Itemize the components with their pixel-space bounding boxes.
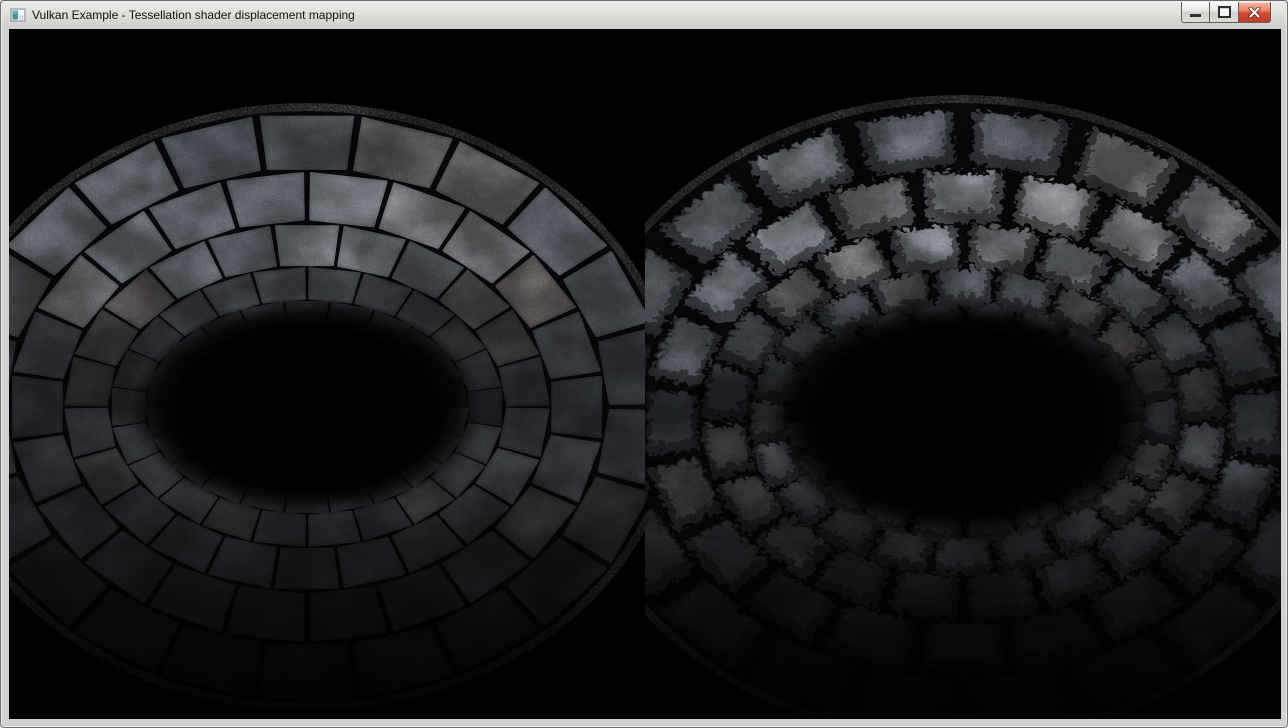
viewport-displacement: [645, 29, 1281, 719]
minimize-button[interactable]: [1181, 2, 1210, 23]
close-button[interactable]: [1238, 2, 1271, 23]
torus-flat: [9, 29, 645, 719]
render-area: [9, 29, 1281, 719]
maximize-button[interactable]: [1210, 2, 1238, 23]
close-icon: [1248, 7, 1261, 18]
titlebar[interactable]: Vulkan Example - Tessellation shader dis…: [2, 2, 1286, 28]
app-icon[interactable]: [10, 7, 26, 23]
window-title: Vulkan Example - Tessellation shader dis…: [32, 8, 355, 23]
minimize-icon: [1190, 14, 1201, 17]
app-window: Vulkan Example - Tessellation shader dis…: [0, 0, 1288, 728]
maximize-icon: [1218, 6, 1231, 18]
torus-displaced: [645, 29, 1281, 719]
window-controls: [1181, 2, 1271, 23]
viewport-no-displacement: [9, 29, 645, 719]
